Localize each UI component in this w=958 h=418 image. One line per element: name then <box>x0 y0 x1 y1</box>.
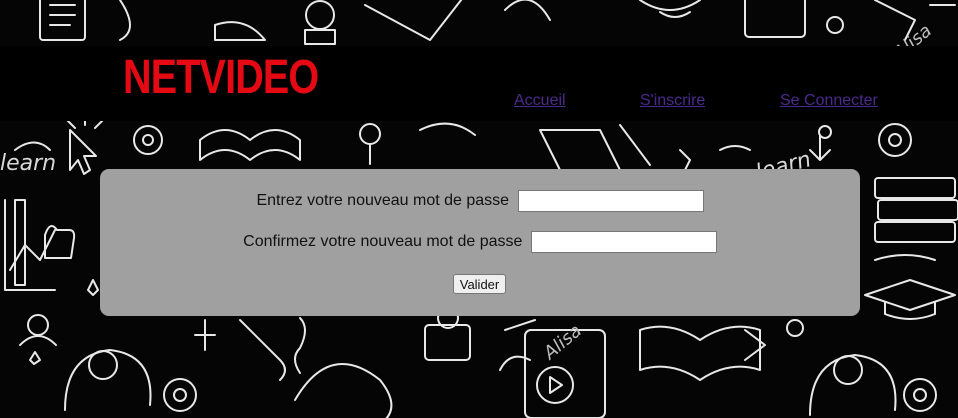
head-doodle-2 <box>809 354 897 416</box>
new-password-row: Entrez votre nouveau mot de passe <box>100 190 860 212</box>
head-doodle <box>64 349 152 411</box>
confirm-password-label: Confirmez votre nouveau mot de passe <box>243 233 523 250</box>
open-book-doodle <box>199 129 301 161</box>
nav-link-accueil[interactable]: Accueil <box>514 92 566 110</box>
watermark-word: Alisa <box>539 320 586 364</box>
learn-word: learn <box>0 151 56 176</box>
site-header: NETVIDEO Accueil S'inscrire Se Connecter <box>0 46 958 121</box>
new-password-label: Entrez votre nouveau mot de passe <box>256 192 510 209</box>
confirm-password-field[interactable] <box>530 231 717 253</box>
cactus-pot-doodle <box>424 324 471 361</box>
nav-link-connecter[interactable]: Se Connecter <box>780 92 878 110</box>
cup-doodle <box>214 21 266 41</box>
submit-button[interactable]: Valider <box>453 274 506 294</box>
graduation-cap-doodle <box>864 279 956 311</box>
open-book-doodle-2 <box>639 325 761 381</box>
reset-password-form: Entrez votre nouveau mot de passe Confir… <box>100 169 860 316</box>
site-logo[interactable]: NETVIDEO <box>123 52 319 100</box>
cactus-doodle <box>305 0 335 30</box>
new-password-field[interactable] <box>517 190 704 212</box>
confirm-password-row: Confirmez votre nouveau mot de passe <box>100 231 860 253</box>
nav-link-inscrire[interactable]: S'inscrire <box>640 92 705 110</box>
pointer-hand-doodle <box>69 129 97 175</box>
books-stack-doodle <box>874 177 956 199</box>
headphones-doodle <box>294 363 393 418</box>
